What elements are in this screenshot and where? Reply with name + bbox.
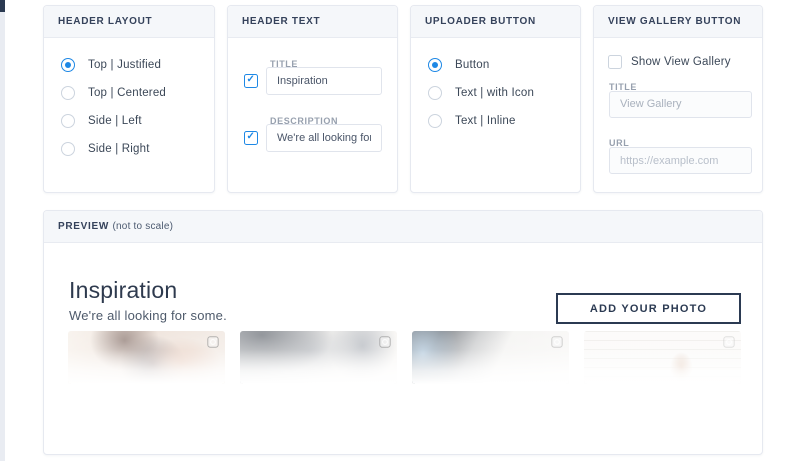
title-checkbox[interactable] [244, 74, 258, 88]
thumbnail-fade-overlay [68, 331, 225, 384]
gallery-preview-title: Inspiration [69, 277, 177, 304]
gallery-title-input[interactable]: View Gallery [609, 91, 752, 118]
uploader-option-text-with-icon[interactable]: Text | with Icon [428, 83, 534, 103]
gallery-thumbnail-3 [412, 331, 569, 384]
layout-option-side-left[interactable]: Side | Left [61, 111, 142, 131]
instagram-icon [207, 336, 219, 348]
radio-selected-icon[interactable] [428, 58, 442, 72]
description-input[interactable] [266, 124, 382, 152]
thumbnail-fade-overlay [240, 331, 397, 384]
radio-icon[interactable] [61, 142, 75, 156]
uploader-option-button[interactable]: Button [428, 55, 489, 75]
preview-note: (not to scale) [113, 221, 174, 232]
instagram-icon [723, 336, 735, 348]
scrollbar-track [0, 0, 5, 461]
settings-page: HEADER LAYOUT Top | Justified Top | Cent… [0, 0, 809, 461]
panel-title: UPLOADER BUTTON [411, 6, 580, 38]
header-layout-panel: HEADER LAYOUT Top | Justified Top | Cent… [43, 5, 215, 193]
uploader-option-text-inline[interactable]: Text | Inline [428, 111, 516, 131]
description-checkbox[interactable] [244, 131, 258, 145]
view-gallery-panel: VIEW GALLERY BUTTON Show View Gallery TI… [593, 5, 763, 193]
scrollbar-thumb[interactable] [0, 0, 5, 12]
layout-option-side-right[interactable]: Side | Right [61, 139, 150, 159]
layout-option-top-justified[interactable]: Top | Justified [61, 55, 161, 75]
radio-selected-icon[interactable] [61, 58, 75, 72]
title-input[interactable] [266, 67, 382, 95]
gallery-thumbnail-4 [584, 331, 741, 384]
radio-icon[interactable] [61, 114, 75, 128]
radio-icon[interactable] [428, 114, 442, 128]
thumbnail-fade-overlay [412, 331, 569, 384]
show-view-gallery-toggle[interactable]: Show View Gallery [608, 52, 731, 72]
panel-title: VIEW GALLERY BUTTON [594, 6, 762, 38]
gallery-thumbnail-1 [68, 331, 225, 384]
instagram-icon [551, 336, 563, 348]
preview-header: PREVIEW (not to scale) [44, 211, 762, 243]
preview-title: PREVIEW [58, 221, 109, 232]
gallery-thumbnail-2 [240, 331, 397, 384]
layout-option-top-centered[interactable]: Top | Centered [61, 83, 166, 103]
radio-icon[interactable] [428, 86, 442, 100]
instagram-icon [379, 336, 391, 348]
preview-panel: PREVIEW (not to scale) Inspiration We're… [43, 210, 763, 455]
gallery-preview-description: We're all looking for some. [69, 308, 227, 323]
panel-title: HEADER LAYOUT [44, 6, 214, 38]
show-view-gallery-checkbox[interactable] [608, 55, 622, 69]
add-your-photo-button[interactable]: ADD YOUR PHOTO [556, 293, 741, 324]
gallery-url-input[interactable] [609, 147, 752, 174]
thumbnail-fade-overlay [584, 331, 741, 384]
panel-title: HEADER TEXT [228, 6, 397, 38]
radio-icon[interactable] [61, 86, 75, 100]
uploader-button-panel: UPLOADER BUTTON Button Text | with Icon … [410, 5, 581, 193]
header-text-panel: HEADER TEXT TITLE DESCRIPTION [227, 5, 398, 193]
